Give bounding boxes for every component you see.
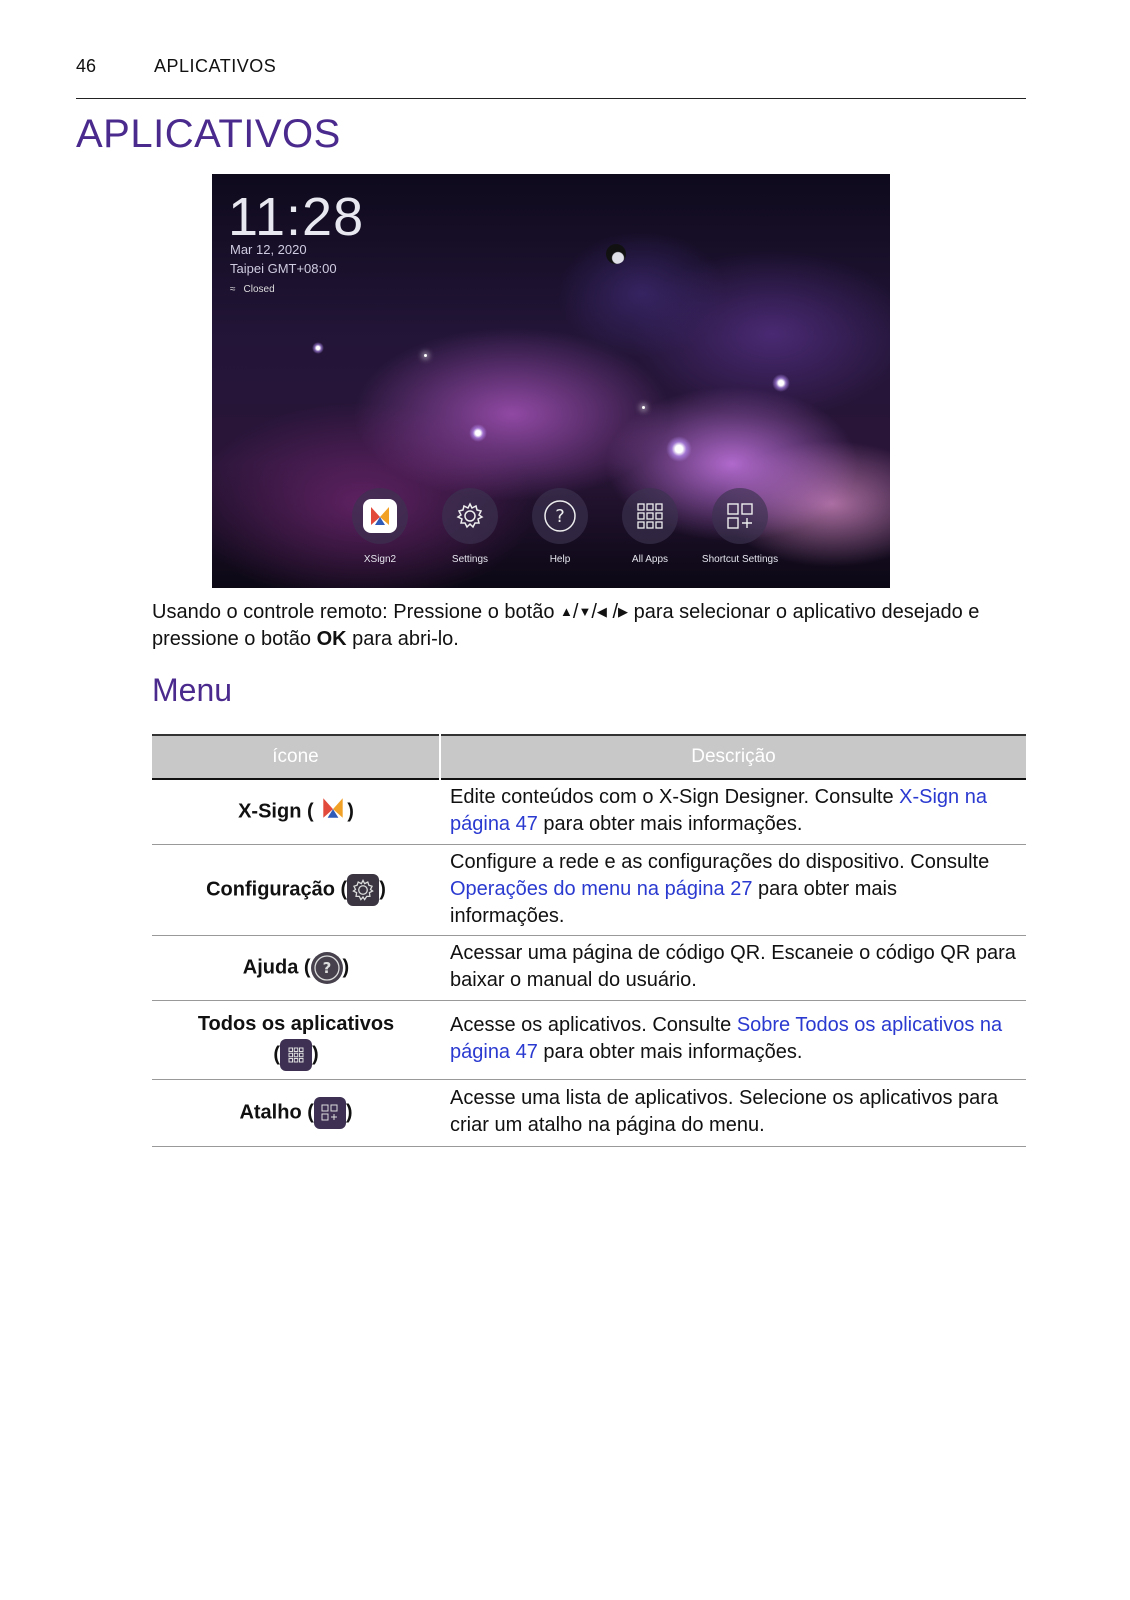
icon-label: Configuração <box>206 878 335 901</box>
description-cell: Acesse os aplicativos. Consulte Sobre To… <box>440 1000 1026 1080</box>
icon-label: Ajuda <box>242 956 299 979</box>
shortcut-icon <box>313 1097 346 1129</box>
app-all-apps[interactable]: All Apps <box>620 488 680 565</box>
description-cell: Acessar uma página de código QR. Escanei… <box>440 935 1026 1001</box>
icon-label: X-Sign <box>238 800 302 823</box>
gear-icon <box>442 488 498 544</box>
app-help[interactable]: ? Help <box>530 488 590 565</box>
page-number: 46 <box>76 56 97 76</box>
wifi-icon: ≈ <box>230 284 236 295</box>
network-status: ≈ Closed <box>230 284 275 295</box>
column-header: ícone <box>152 734 441 779</box>
star-glow <box>772 374 790 392</box>
grid-icon <box>280 1039 312 1071</box>
home-screen-screenshot: 11:28 Mar 12, 2020 Taipei GMT+08:00 ≈ Cl… <box>212 174 890 588</box>
column-header: Descrição <box>440 734 1026 779</box>
table-row: X-Sign ( ) Edite conteúdos com o X-Sign … <box>152 778 1026 845</box>
intro-text: para abri-lo. <box>352 628 459 650</box>
help-icon: ? <box>532 488 588 544</box>
shortcut-icon <box>712 488 768 544</box>
app-label: Shortcut Settings <box>701 554 779 565</box>
ok-key: OK <box>316 628 347 650</box>
menu-table: ícone Descrição X-Sign ( ) Edite conteúd… <box>152 734 1026 1147</box>
arrow-left-icon: ◀ <box>596 604 607 619</box>
table-row: Atalho ( ) Acesse uma lista de aplicativ… <box>152 1079 1026 1147</box>
section-heading: Menu <box>152 672 233 708</box>
moon-graphic <box>606 244 626 264</box>
clock-time: 11:28 <box>228 187 365 247</box>
arrow-down-icon: ▼ <box>578 604 592 619</box>
section-name: APLICATIVOS <box>154 56 277 76</box>
clock-date: Mar 12, 2020 <box>230 242 307 257</box>
description-cell: Edite conteúdos com o X-Sign Designer. C… <box>440 778 1026 845</box>
page-title: APLICATIVOS <box>76 112 341 156</box>
gear-icon <box>347 874 380 906</box>
xsign-icon <box>319 794 347 830</box>
help-icon: ? <box>310 952 343 984</box>
app-label: Settings <box>451 554 489 565</box>
table-row: Configuração ( ) Configure a rede e as c… <box>152 844 1026 936</box>
link-menu-operations[interactable]: Operações do menu na página 27 <box>450 878 752 900</box>
grid-icon <box>622 488 678 544</box>
app-label: All Apps <box>631 554 669 565</box>
svg-text:?: ? <box>555 506 565 527</box>
arrow-up-icon: ▲ <box>560 604 573 619</box>
star <box>642 406 645 409</box>
arrow-right-icon: ▶ <box>618 604 629 619</box>
table-row: Todos os aplicativos ( ) Acesse os aplic… <box>152 1000 1026 1080</box>
header-rule <box>76 98 1026 99</box>
app-label: Help <box>549 554 571 565</box>
star <box>424 354 427 357</box>
svg-text:?: ? <box>322 959 331 977</box>
star-glow <box>469 424 487 442</box>
icon-label: Atalho <box>239 1101 302 1124</box>
app-xsign[interactable]: XSign2 <box>350 488 410 565</box>
description-cell: Acesse uma lista de aplicativos. Selecio… <box>440 1079 1026 1147</box>
xsign-icon <box>352 488 408 544</box>
app-label: XSign2 <box>363 554 397 565</box>
app-dock: XSign2 Settings ? Help All Apps Shortcut… <box>350 488 778 565</box>
star-glow <box>312 342 324 354</box>
star-glow <box>666 436 692 462</box>
network-label: Closed <box>243 284 275 295</box>
intro-paragraph: Usando o controle remoto: Pressione o bo… <box>152 601 980 650</box>
app-shortcut-settings[interactable]: Shortcut Settings <box>702 488 778 565</box>
icon-label: Todos os aplicativos <box>197 1013 395 1035</box>
table-row: Ajuda ( ? ) Acessar uma página de código… <box>152 935 1026 1001</box>
description-cell: Configure a rede e as configurações do d… <box>440 844 1026 936</box>
app-settings[interactable]: Settings <box>440 488 500 565</box>
intro-text: Usando o controle remoto: Pressione o bo… <box>152 601 555 623</box>
clock-timezone: Taipei GMT+08:00 <box>230 261 337 276</box>
